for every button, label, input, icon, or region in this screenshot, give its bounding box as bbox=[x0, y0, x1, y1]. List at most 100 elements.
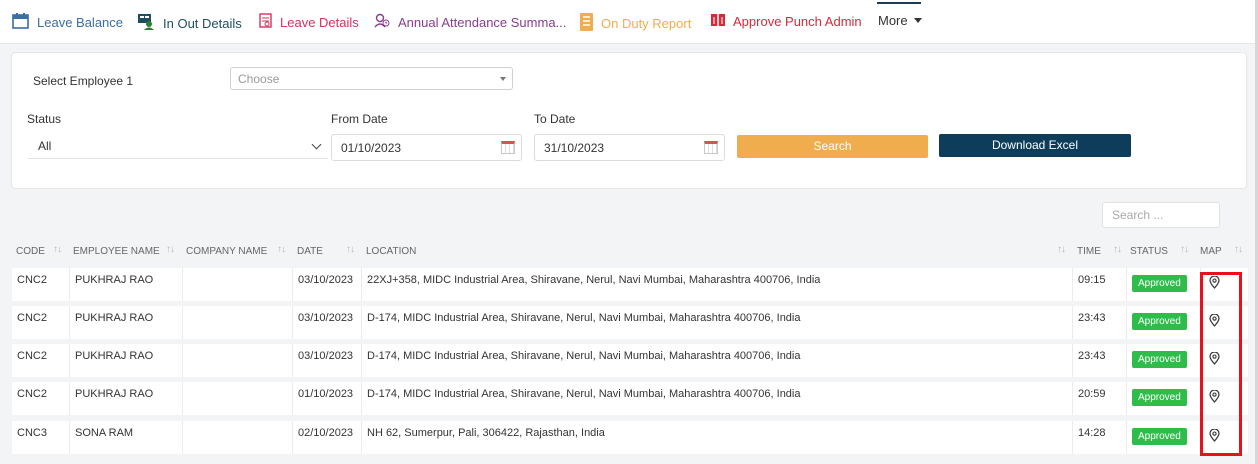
nav-label: On Duty Report bbox=[601, 16, 692, 31]
header-employee-name[interactable]: EMPLOYEE NAME bbox=[73, 246, 160, 257]
chevron-down-icon bbox=[311, 139, 322, 150]
header-company-name[interactable]: COMPANY NAME bbox=[186, 246, 267, 257]
cell-company bbox=[182, 421, 292, 454]
calendar-icon[interactable] bbox=[704, 141, 718, 154]
document-icon bbox=[259, 13, 272, 31]
header-time[interactable]: TIME bbox=[1077, 246, 1101, 257]
sort-icon[interactable]: ↑↓ bbox=[1180, 244, 1189, 255]
cell-location-text: D-174, MIDC Industrial Area, Shiravane, … bbox=[367, 312, 801, 324]
table-search-input[interactable]: Search ... bbox=[1102, 202, 1220, 228]
cell-location: D-174, MIDC Industrial Area, Shiravane, … bbox=[361, 344, 1072, 377]
cell-time-text: 23:43 bbox=[1078, 312, 1106, 324]
top-nav: Leave Balance In Out Details Leave Detai… bbox=[0, 0, 1258, 44]
cell-company bbox=[182, 268, 292, 301]
cell-date: 03/10/2023 bbox=[292, 268, 361, 301]
cell-status: Approved bbox=[1126, 344, 1200, 377]
cell-date: 02/10/2023 bbox=[292, 421, 361, 454]
cell-date: 03/10/2023 bbox=[292, 306, 361, 339]
table-header: CODE ↑↓ EMPLOYEE NAME ↑↓ COMPANY NAME ↑↓… bbox=[12, 240, 1248, 264]
nav-leave-details[interactable]: Leave Details bbox=[259, 13, 359, 31]
employee-select[interactable]: Choose bbox=[230, 67, 513, 90]
cell-time: 09:15 bbox=[1072, 268, 1126, 301]
search-button[interactable]: Search bbox=[737, 135, 928, 158]
nav-on-duty-report[interactable]: On Duty Report bbox=[580, 13, 691, 34]
download-excel-button[interactable]: Download Excel bbox=[939, 134, 1131, 157]
status-select[interactable]: All bbox=[28, 135, 328, 159]
nav-label: Annual Attendance Summa... bbox=[398, 14, 567, 30]
header-code[interactable]: CODE bbox=[16, 246, 45, 257]
cell-status: Approved bbox=[1126, 382, 1200, 415]
header-map[interactable]: MAP bbox=[1200, 246, 1222, 257]
header-location[interactable]: LOCATION bbox=[366, 246, 416, 257]
cell-company bbox=[182, 382, 292, 415]
cell-location: D-174, MIDC Industrial Area, Shiravane, … bbox=[361, 382, 1072, 415]
calendar-icon bbox=[12, 13, 29, 32]
cell-date-text: 03/10/2023 bbox=[298, 350, 354, 362]
map-pin-icon[interactable] bbox=[1209, 389, 1220, 406]
map-pin-icon[interactable] bbox=[1209, 351, 1220, 368]
cell-code-text: CNC2 bbox=[17, 388, 47, 400]
cell-map bbox=[1200, 268, 1248, 301]
cell-employee-text: PUKHRAJ RAO bbox=[75, 274, 154, 286]
sort-icon[interactable]: ↑↓ bbox=[1234, 244, 1243, 255]
cell-time-text: 23:43 bbox=[1078, 350, 1106, 362]
cell-date-text: 01/10/2023 bbox=[298, 388, 354, 400]
nav-in-out-details[interactable]: In Out Details bbox=[137, 13, 242, 33]
cell-code: CNC2 bbox=[12, 306, 69, 339]
cell-location: 22XJ+358, MIDC Industrial Area, Shiravan… bbox=[361, 268, 1072, 301]
sort-icon[interactable]: ↑↓ bbox=[277, 244, 286, 255]
header-status[interactable]: STATUS bbox=[1130, 246, 1168, 257]
map-pin-icon[interactable] bbox=[1209, 428, 1220, 445]
cell-code: CNC2 bbox=[12, 344, 69, 377]
cell-time: 20:59 bbox=[1072, 382, 1126, 415]
sort-icon[interactable]: ↑↓ bbox=[166, 244, 175, 255]
cell-code-text: CNC2 bbox=[17, 350, 47, 362]
table-row: CNC2 PUKHRAJ RAO 03/10/2023 D-174, MIDC Ind… bbox=[12, 306, 1248, 339]
cell-map bbox=[1200, 382, 1248, 415]
nav-leave-balance[interactable]: Leave Balance bbox=[12, 13, 123, 32]
user-clock-icon bbox=[374, 13, 390, 31]
cell-employee-text: PUKHRAJ RAO bbox=[75, 312, 154, 324]
from-date-input[interactable]: 01/10/2023 bbox=[331, 134, 522, 161]
cell-employee: SONA RAM bbox=[69, 421, 182, 454]
sort-icon[interactable]: ↑↓ bbox=[1057, 244, 1066, 255]
nav-annual-attendance[interactable]: Annual Attendance Summa... bbox=[374, 13, 566, 31]
status-badge: Approved bbox=[1132, 351, 1187, 368]
status-badge: Approved bbox=[1132, 428, 1187, 445]
cell-code-text: CNC2 bbox=[17, 274, 47, 286]
sort-icon[interactable]: ↑↓ bbox=[53, 244, 62, 255]
cell-map bbox=[1200, 421, 1248, 454]
cell-location-text: 22XJ+358, MIDC Industrial Area, Shiravan… bbox=[367, 274, 821, 286]
map-pin-icon[interactable] bbox=[1209, 313, 1220, 330]
book-icon bbox=[711, 13, 725, 30]
from-date-value: 01/10/2023 bbox=[341, 141, 402, 155]
cell-employee: PUKHRAJ RAO bbox=[69, 382, 182, 415]
nav-more-dropdown[interactable]: More bbox=[878, 13, 922, 28]
cell-location-text: D-174, MIDC Industrial Area, Shiravane, … bbox=[367, 350, 801, 362]
calendar-icon[interactable] bbox=[501, 141, 515, 154]
table-row: CNC3 SONA RAM 02/10/2023 NH 62, Sumerpur, P… bbox=[12, 421, 1248, 454]
employee-select-placeholder: Choose bbox=[238, 72, 280, 86]
cell-date-text: 03/10/2023 bbox=[298, 274, 354, 286]
cell-company bbox=[182, 306, 292, 339]
sort-icon[interactable]: ↑↓ bbox=[1113, 244, 1122, 255]
cell-status: Approved bbox=[1126, 421, 1200, 454]
report-icon bbox=[580, 13, 593, 34]
nav-approve-punch-admin[interactable]: Approve Punch Admin bbox=[711, 13, 862, 30]
cell-employee: PUKHRAJ RAO bbox=[69, 268, 182, 301]
status-label: Status bbox=[27, 112, 62, 126]
cell-date: 01/10/2023 bbox=[292, 382, 361, 415]
cell-location: D-174, MIDC Industrial Area, Shiravane, … bbox=[361, 306, 1072, 339]
header-date[interactable]: DATE bbox=[297, 246, 323, 257]
cell-code-text: CNC2 bbox=[17, 312, 47, 324]
status-select-value: All bbox=[38, 139, 52, 153]
nav-label: Approve Punch Admin bbox=[733, 14, 862, 29]
cell-employee-text: SONA RAM bbox=[75, 427, 134, 439]
table-row: CNC2 PUKHRAJ RAO 01/10/2023 D-174, MIDC Ind… bbox=[12, 382, 1248, 415]
to-date-input[interactable]: 31/10/2023 bbox=[534, 134, 725, 161]
map-pin-icon[interactable] bbox=[1209, 275, 1220, 292]
cell-time-text: 20:59 bbox=[1078, 388, 1106, 400]
sort-icon[interactable]: ↑↓ bbox=[346, 244, 355, 255]
cell-time: 23:43 bbox=[1072, 344, 1126, 377]
user-monitor-icon bbox=[137, 13, 155, 33]
